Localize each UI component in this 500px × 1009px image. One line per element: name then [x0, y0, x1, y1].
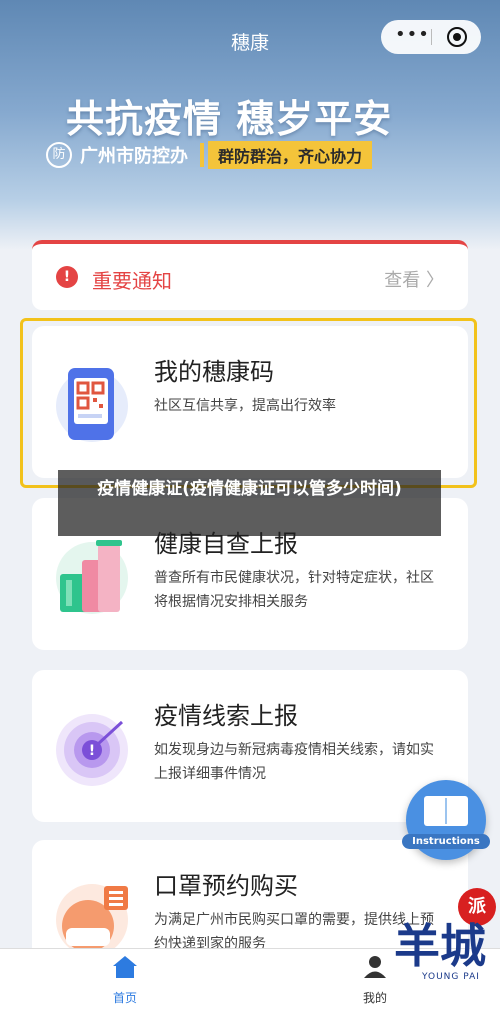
highlight-frame: [20, 318, 477, 488]
mask-person-icon: [56, 884, 128, 956]
notice-view-link[interactable]: 查看 〉: [384, 266, 444, 292]
capsule-divider: [431, 29, 432, 45]
person-icon: [364, 956, 386, 978]
brand-tagline: 群防群治，齐心协力: [208, 141, 373, 169]
watermark-text: 羊城: [394, 919, 486, 973]
card-title: 疫情线索上报: [154, 702, 298, 730]
radar-alert-icon: !: [56, 714, 128, 786]
card-desc: 普查所有市民健康状况，针对特定症状，社区将根据情况安排相关服务: [154, 570, 434, 610]
tab-home-label: 首页: [112, 991, 137, 1005]
watermark-subtext: YOUNG PAI: [422, 972, 480, 982]
notice-title: 重要通知: [92, 269, 172, 293]
instructions-button[interactable]: Instructions: [402, 780, 490, 860]
svg-text:!: !: [89, 743, 95, 759]
home-icon: [113, 956, 137, 978]
card-clue-report[interactable]: ! 疫情线索上报 如发现身边与新冠病毒疫情相关线索，请如实上报详细事件情况: [32, 670, 468, 822]
instructions-label: Instructions: [402, 834, 490, 849]
brand-divider: [200, 143, 204, 167]
card-title: 口罩预约购买: [154, 872, 298, 900]
book-icon: [424, 796, 468, 826]
test-tube-icon: [56, 540, 128, 614]
card-desc: 如发现身边与新冠病毒疫情相关线索，请如实上报详细事件情况: [154, 742, 434, 782]
article-title-overlay: 疫情健康证(疫情健康证可以管多少时间): [58, 470, 441, 536]
tab-home[interactable]: 首页: [85, 955, 165, 1006]
important-notice-bar[interactable]: ! 重要通知 查看 〉: [32, 240, 468, 310]
brand-bar: 防 广州市防控办 群防群治，齐心协力: [46, 140, 373, 170]
mini-program-capsule: •••: [381, 20, 481, 54]
hero-banner: 穗康 ••• 共抗疫情 穗岁平安 防 广州市防控办 群防群治，齐心协力: [0, 0, 500, 250]
watermark-logo: 派 羊城 YOUNG PAI: [392, 880, 500, 1008]
alert-icon: !: [56, 266, 78, 288]
brand-name: 广州市防控办: [80, 146, 188, 167]
brand-logo-icon: 防: [46, 142, 72, 168]
hero-slogan: 共抗疫情 穗岁平安: [66, 97, 393, 141]
target-close-icon[interactable]: [447, 27, 467, 47]
more-dots-icon[interactable]: •••: [395, 24, 430, 45]
